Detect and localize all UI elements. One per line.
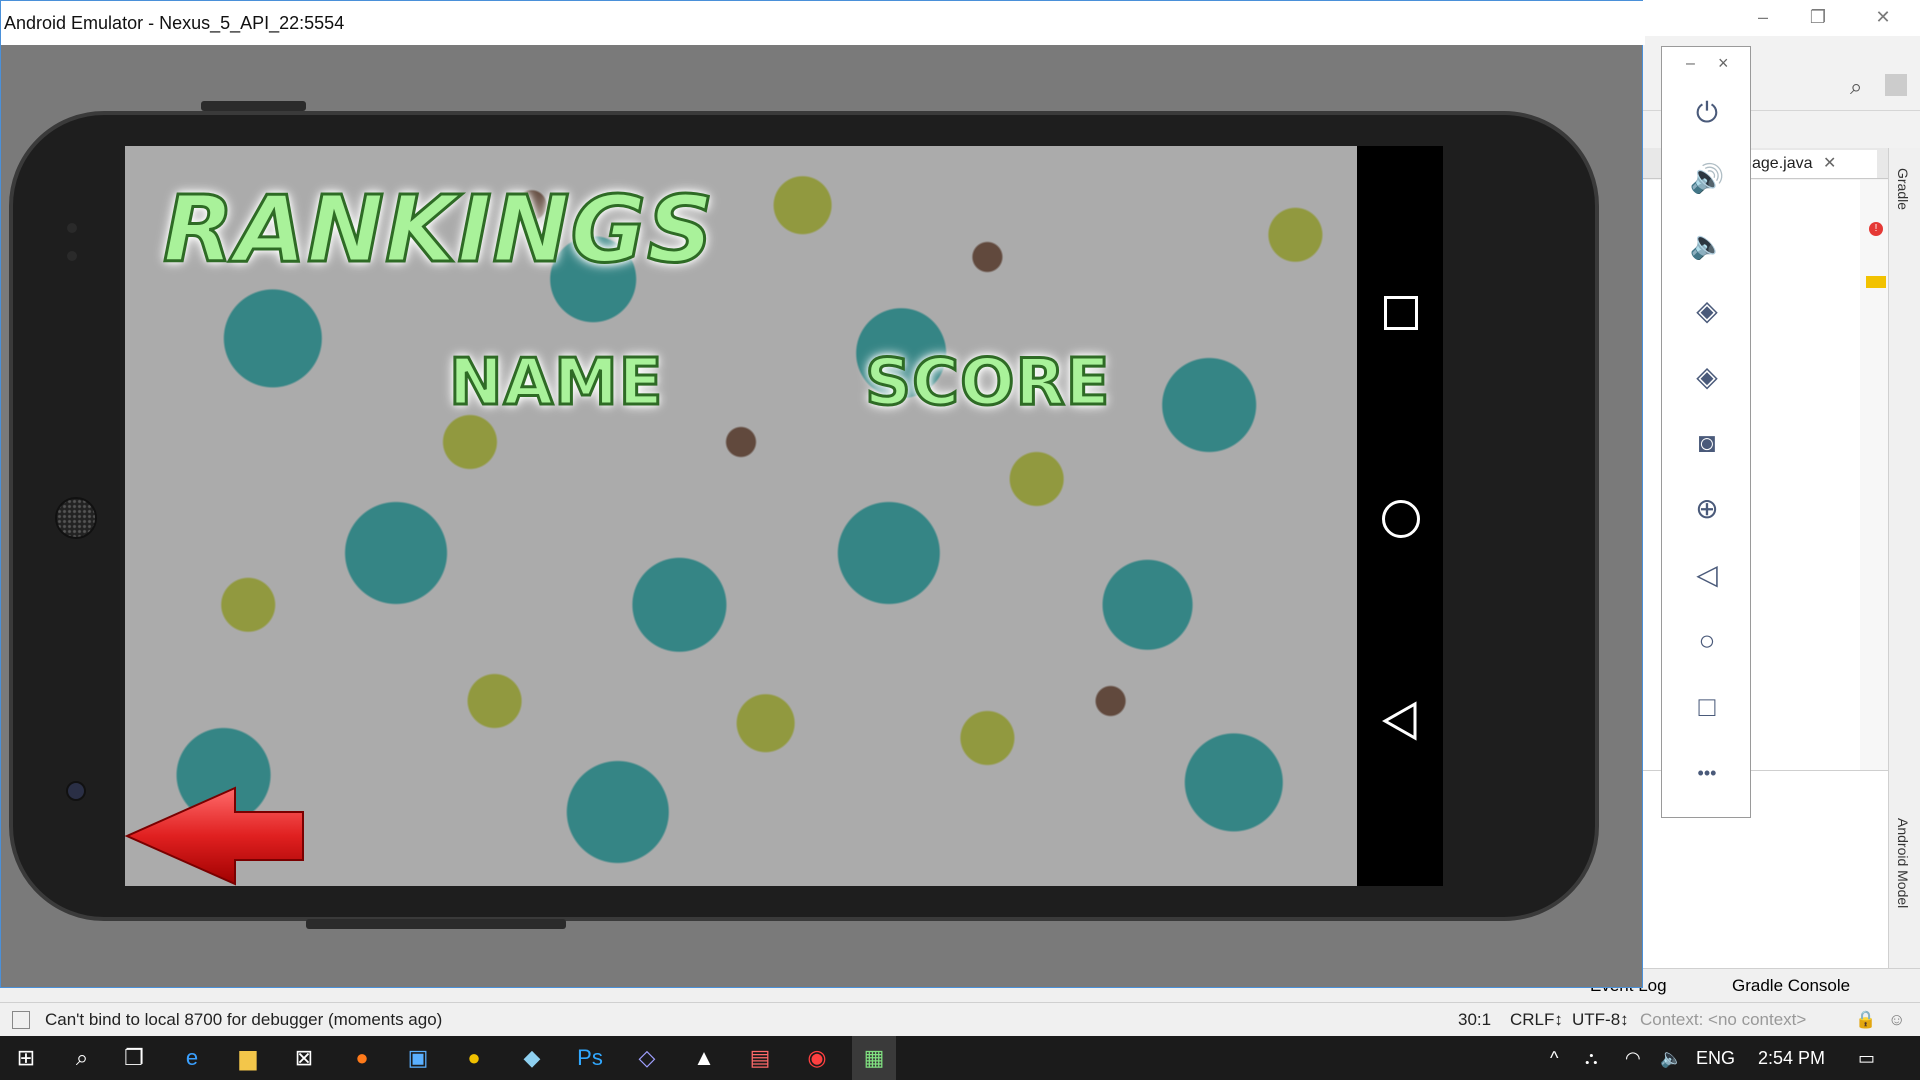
volume-up-icon[interactable]: 🔊 bbox=[1662, 159, 1752, 199]
task-view-icon[interactable]: ❐ bbox=[112, 1036, 156, 1080]
volume-icon[interactable]: 🔈 bbox=[1660, 1036, 1682, 1080]
windows-taskbar: ⊞ ⌕ ❐ e ▆ ⊠ ● ▣ ● ◆ Ps ◇ ▲ ▤ ◉ ▦ ^ ⛬ ◠ 🔈… bbox=[0, 1036, 1920, 1080]
file-encoding[interactable]: UTF-8↕ bbox=[1572, 1010, 1629, 1030]
context-label: Context: <no context> bbox=[1640, 1010, 1807, 1029]
phone-volume-key bbox=[306, 919, 566, 929]
home-icon[interactable]: ○ bbox=[1662, 621, 1752, 661]
zoom-icon[interactable]: ⊕ bbox=[1662, 489, 1752, 529]
restore-icon[interactable]: ❐ bbox=[1798, 2, 1838, 32]
rotate-left-icon[interactable]: ◈ bbox=[1662, 291, 1752, 331]
search-icon[interactable]: ⌕ bbox=[1850, 74, 1862, 100]
status-bar: Can't bind to local 8700 for debugger (m… bbox=[0, 1002, 1920, 1037]
android-model-tool-tab[interactable]: Android Model bbox=[1895, 818, 1911, 908]
overview-icon[interactable]: □ bbox=[1662, 687, 1752, 727]
app-icon-7[interactable]: ◆ bbox=[510, 1036, 554, 1080]
phone-power-key bbox=[201, 101, 306, 111]
warning-marker[interactable] bbox=[1866, 276, 1886, 288]
status-message[interactable]: Can't bind to local 8700 for debugger (m… bbox=[45, 1010, 442, 1030]
gradle-tool-tab[interactable]: Gradle bbox=[1895, 168, 1911, 210]
cursor-position[interactable]: 30:1 bbox=[1458, 1010, 1491, 1030]
error-icon[interactable]: ! bbox=[1869, 222, 1883, 236]
back-triangle-icon[interactable] bbox=[1382, 701, 1418, 741]
recents-square-icon[interactable] bbox=[1384, 296, 1418, 330]
file-explorer-icon[interactable]: ▆ bbox=[226, 1036, 270, 1080]
user-icon[interactable] bbox=[1885, 74, 1907, 96]
back-icon[interactable]: ◁ bbox=[1662, 555, 1752, 595]
line-ending[interactable]: CRLF↕ bbox=[1510, 1010, 1563, 1030]
emulator-title: Android Emulator - Nexus_5_API_22:5554 bbox=[1, 1, 1645, 45]
light-sensor bbox=[67, 251, 77, 261]
wifi-icon[interactable]: ◠ bbox=[1625, 1036, 1641, 1080]
action-center-icon[interactable]: ▭ bbox=[1858, 1036, 1875, 1080]
windows-start-icon[interactable]: ⊞ bbox=[4, 1036, 48, 1080]
editor-tab[interactable]: age.java ✕ bbox=[1750, 150, 1877, 178]
close-icon[interactable]: ✕ bbox=[1863, 2, 1903, 32]
app-icon-12[interactable]: ◉ bbox=[795, 1036, 839, 1080]
power-icon[interactable]: ⏻ bbox=[1662, 93, 1752, 133]
more-icon[interactable]: ••• bbox=[1662, 753, 1752, 793]
store-icon[interactable]: ⊠ bbox=[282, 1036, 326, 1080]
home-circle-icon[interactable] bbox=[1382, 500, 1420, 538]
app-icon-6[interactable]: ● bbox=[452, 1036, 496, 1080]
minimize-icon[interactable]: – bbox=[1743, 2, 1783, 32]
rankings-heading: RANKINGS bbox=[161, 175, 715, 285]
android-studio-icon[interactable]: ▦ bbox=[852, 1036, 896, 1080]
emulator-control-panel: – × ⏻ 🔊 🔈 ◈ ◈ ◙ ⊕ ◁ ○ □ ••• bbox=[1661, 46, 1751, 818]
proximity-sensor bbox=[67, 223, 77, 233]
red-left-arrow-icon[interactable] bbox=[125, 786, 305, 886]
tab-close-icon[interactable]: ✕ bbox=[1823, 155, 1836, 172]
photos-icon[interactable]: ▲ bbox=[682, 1036, 726, 1080]
edge-icon[interactable]: e bbox=[170, 1036, 214, 1080]
app-screen[interactable]: RANKINGS NAME SCORE bbox=[125, 146, 1357, 886]
firefox-icon[interactable]: ● bbox=[340, 1036, 384, 1080]
photoshop-icon[interactable]: Ps bbox=[568, 1036, 612, 1080]
editor-tab-label: age.java bbox=[1752, 155, 1813, 172]
ide-titlebar: – ❐ ✕ bbox=[1643, 0, 1920, 36]
rotate-right-icon[interactable]: ◈ bbox=[1662, 357, 1752, 397]
app-icon-11[interactable]: ▤ bbox=[738, 1036, 782, 1080]
gradle-console-tab[interactable]: Gradle Console bbox=[1732, 976, 1850, 996]
panel-minimize-icon[interactable]: – bbox=[1686, 55, 1695, 73]
name-column-header: NAME bbox=[448, 345, 664, 422]
inspector-icon[interactable]: ☺ bbox=[1888, 1010, 1905, 1030]
right-tool-strip: Gradle Android Model bbox=[1888, 148, 1920, 1028]
clock[interactable]: 2:54 PM bbox=[1758, 1036, 1825, 1080]
emulator-window: Android Emulator - Nexus_5_API_22:5554 R… bbox=[0, 0, 1645, 988]
volume-down-icon[interactable]: 🔈 bbox=[1662, 225, 1752, 265]
panel-close-icon[interactable]: × bbox=[1718, 53, 1729, 74]
score-column-header: SCORE bbox=[863, 345, 1111, 422]
camera-icon[interactable]: ◙ bbox=[1662, 423, 1752, 463]
lock-icon[interactable]: 🔒 bbox=[1855, 1010, 1876, 1030]
editor-gutter: ! bbox=[1860, 180, 1888, 770]
speaker-grille bbox=[55, 497, 97, 539]
front-camera bbox=[66, 781, 86, 801]
status-toggle-icon[interactable] bbox=[12, 1011, 30, 1029]
visual-studio-icon[interactable]: ◇ bbox=[625, 1036, 669, 1080]
app-icon-5[interactable]: ▣ bbox=[396, 1036, 440, 1080]
network-icon[interactable]: ⛬ bbox=[1585, 1036, 1598, 1080]
tray-chevron-icon[interactable]: ^ bbox=[1550, 1036, 1558, 1080]
search-icon[interactable]: ⌕ bbox=[60, 1036, 104, 1080]
language-indicator[interactable]: ENG bbox=[1696, 1036, 1735, 1080]
